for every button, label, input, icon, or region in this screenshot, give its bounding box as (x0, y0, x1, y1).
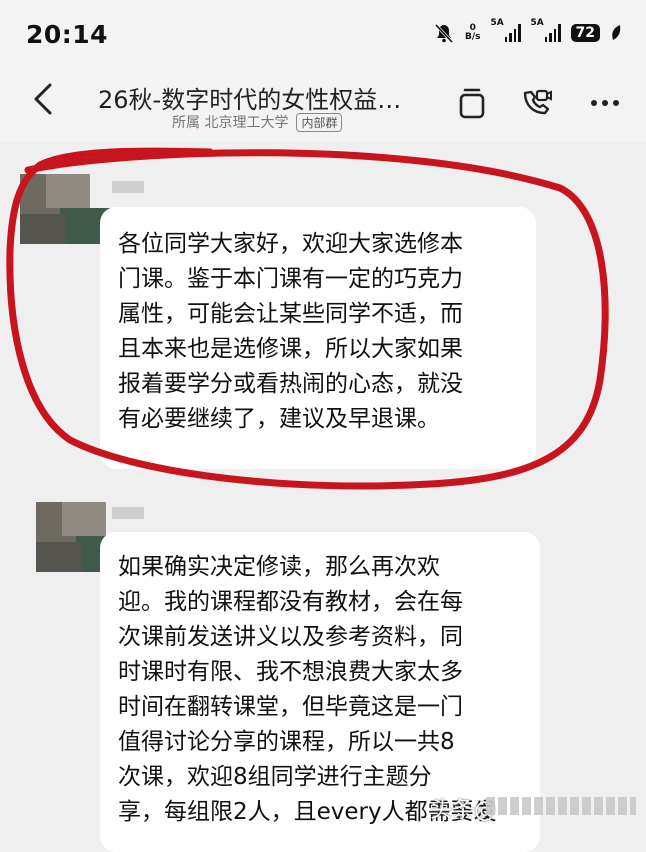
message-line: 且本来也是选修课，所以大家如果 (118, 336, 463, 362)
message-line: 次课前发送讲义以及参考资料，同 (118, 624, 463, 650)
message-line: 值得讨论分享的课程，所以一共8 (118, 729, 455, 755)
message-bubble[interactable]: 各位同学大家好，欢迎大家选修本 门课。鉴于本门课有一定的巧克力 属性，可能会让某… (100, 207, 536, 469)
message-line: 报着要学分或看热闹的心态，就没 (118, 371, 463, 397)
group-title: 26秋-数字时代的女性权益… (98, 86, 402, 114)
sender-name-blurred (112, 181, 144, 193)
chat-header: 26秋-数字时代的女性权益… 所属 北京理工大学 内部群 (0, 70, 646, 142)
signal-1-icon: 5A (491, 18, 521, 42)
internal-group-badge: 内部群 (296, 112, 343, 132)
status-icons: 0 B/s 5A 5A 72 (433, 18, 622, 44)
group-subtitle: 所属 北京理工大学 内部群 (172, 112, 343, 132)
leaf-icon (612, 25, 621, 40)
notes-icon[interactable] (455, 86, 489, 120)
organization-label: 所属 北京理工大学 (172, 115, 289, 131)
message-line: 各位同学大家好，欢迎大家选修本 (118, 231, 463, 257)
message-line: 如果确实决定修读，那么再次欢 (118, 554, 440, 580)
clock: 20:14 (26, 20, 109, 49)
watermark-mask (486, 797, 636, 815)
message-line: 属性，可能会让某些同学不适，而 (118, 301, 463, 327)
message-line: 迎。我的课程都没有教材，会在每 (118, 589, 463, 615)
net-speed: 0 B/s (465, 23, 481, 42)
status-bar: 20:14 0 B/s 5A 5A 72 (0, 0, 646, 70)
message-line: 门课。鉴于本门课有一定的巧克力 (118, 266, 463, 292)
video-call-icon[interactable] (520, 86, 554, 120)
back-arrow-icon[interactable] (30, 82, 58, 116)
message-line: 时间在翻转课堂，但毕竟这是一门 (118, 694, 463, 720)
message-line: 有必要继续了，建议及早退课。 (118, 406, 440, 432)
signal-2-icon: 5A (531, 18, 561, 42)
battery-indicator: 72 (570, 24, 600, 42)
mute-bell-icon (434, 23, 454, 44)
message-line: 次课，欢迎8组同学进行主题分 (118, 764, 432, 790)
sender-name-blurred (112, 507, 144, 519)
message-line: 时课时有限、我不想浪费大家太多 (118, 659, 463, 685)
more-options-icon[interactable] (588, 86, 622, 120)
